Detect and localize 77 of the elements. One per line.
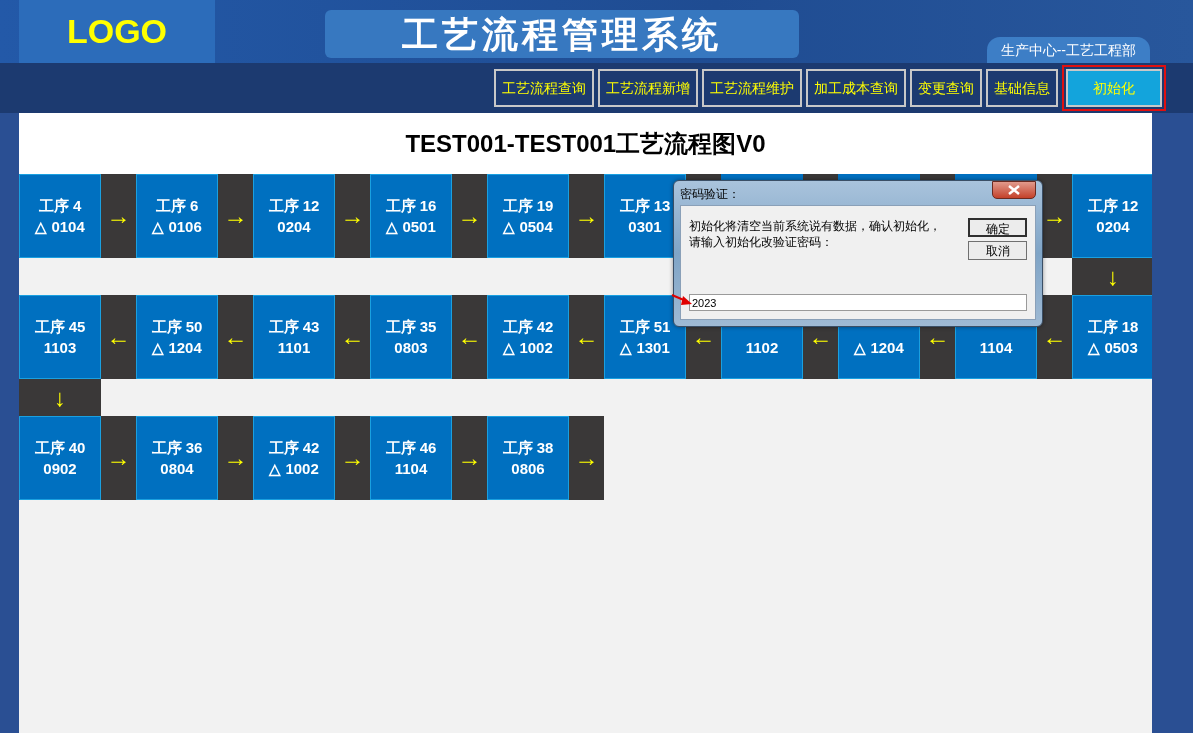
connector: ← — [1037, 295, 1072, 379]
step-code: 1103 — [43, 338, 77, 358]
flow-chart-title: TEST001-TEST001工艺流程图V0 — [19, 113, 1152, 174]
step-title: 工序 51 — [619, 317, 671, 337]
step-code: 1104 — [394, 459, 428, 479]
connector: → — [101, 174, 136, 258]
step-code: △ 0106 — [152, 217, 202, 237]
nav-button[interactable]: 变更查询 — [910, 69, 982, 107]
connector: ← — [218, 295, 253, 379]
step-code: △ 1204 — [854, 338, 904, 358]
connector: ← — [101, 295, 136, 379]
connector: ← — [335, 295, 370, 379]
close-button[interactable] — [992, 181, 1036, 199]
close-icon — [1008, 185, 1020, 195]
step-title: 工序 13 — [619, 196, 671, 216]
dialog-title: 密码验证： — [679, 186, 741, 203]
step-code: △ 0501 — [386, 217, 436, 237]
nav-button[interactable]: 工艺流程维护 — [702, 69, 802, 107]
step-code: △ 1002 — [269, 459, 319, 479]
step-title: 工序 40 — [34, 438, 86, 458]
connector: ↓ — [19, 379, 101, 416]
connector: ← — [452, 295, 487, 379]
step-title: 工序 19 — [502, 196, 554, 216]
step-title: 工序 6 — [155, 196, 199, 216]
department-label: 生产中心--工艺工程部 — [986, 37, 1150, 63]
step-title: 工序 12 — [1087, 196, 1139, 216]
step-code: △ 1301 — [620, 338, 670, 358]
step-title: 工序 38 — [502, 438, 554, 458]
system-title: 工艺流程管理系统 — [325, 10, 799, 58]
step-code: 1102 — [745, 338, 779, 358]
step-title: 工序 4 — [38, 196, 82, 216]
connector: → — [452, 174, 487, 258]
annotation-arrow — [671, 294, 692, 305]
nav-button[interactable]: 基础信息 — [986, 69, 1058, 107]
step-code: 0204 — [277, 217, 311, 237]
step-title: 工序 35 — [385, 317, 437, 337]
password-field[interactable]: 2023 — [689, 294, 1027, 311]
step-code: 0806 — [511, 459, 545, 479]
nav-button[interactable]: 工艺流程查询 — [494, 69, 594, 107]
step-code: 0301 — [628, 217, 662, 237]
connector: → — [335, 174, 370, 258]
connector: ← — [569, 295, 604, 379]
step-title: 工序 12 — [268, 196, 320, 216]
connector: → — [218, 416, 253, 500]
connector: → — [335, 416, 370, 500]
connector: → — [452, 416, 487, 500]
step-code: 1101 — [277, 338, 311, 358]
step-title: 工序 42 — [268, 438, 320, 458]
step-code: 0902 — [43, 459, 77, 479]
logo: LOGO — [19, 0, 215, 63]
connector: → — [218, 174, 253, 258]
step-title: 工序 16 — [385, 196, 437, 216]
dialog-button[interactable]: 取消 — [968, 241, 1027, 260]
step-code: △ 0104 — [35, 217, 85, 237]
step-title: 工序 42 — [502, 317, 554, 337]
step-code: 0204 — [1096, 217, 1130, 237]
step-code: 0804 — [160, 459, 194, 479]
nav-button[interactable]: 加工成本查询 — [806, 69, 906, 107]
step-code: △ 1204 — [152, 338, 202, 358]
step-title: 工序 46 — [385, 438, 437, 458]
dialog-button[interactable]: 确定 — [968, 218, 1027, 237]
connector: → — [569, 174, 604, 258]
step-title: 工序 18 — [1087, 317, 1139, 337]
step-code: 1104 — [979, 338, 1013, 358]
nav-button[interactable]: 工艺流程新增 — [598, 69, 698, 107]
step-code: △ 0504 — [503, 217, 553, 237]
step-title: 工序 45 — [34, 317, 86, 337]
step-code: △ 1002 — [503, 338, 553, 358]
step-title: 工序 50 — [151, 317, 203, 337]
step-code: 0803 — [394, 338, 428, 358]
dialog-message: 初始化将清空当前系统说有数据，确认初始化，请输入初始化改验证密码： — [689, 218, 942, 250]
connector: → — [569, 416, 604, 500]
step-code: △ 0503 — [1088, 338, 1138, 358]
connector: → — [101, 416, 136, 500]
step-title: 工序 43 — [268, 317, 320, 337]
step-title: 工序 36 — [151, 438, 203, 458]
connector: ↓ — [1072, 258, 1154, 295]
